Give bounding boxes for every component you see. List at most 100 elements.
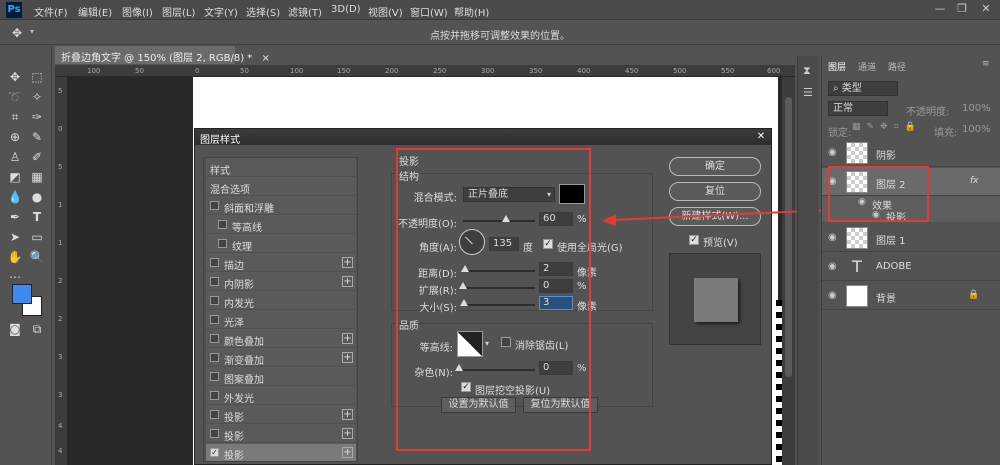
style-checkbox[interactable] bbox=[210, 334, 219, 343]
blur-icon[interactable]: 💧 bbox=[5, 188, 25, 206]
eye-icon[interactable]: ◉ bbox=[828, 290, 837, 301]
maximize-icon[interactable]: ❐ bbox=[952, 2, 972, 17]
add-style-icon[interactable]: + bbox=[342, 409, 353, 420]
move-icon[interactable]: ✥ bbox=[5, 68, 25, 86]
eyedropper-icon[interactable]: ✑ bbox=[27, 108, 47, 126]
style-checkbox[interactable] bbox=[210, 372, 219, 381]
foreground-color-swatch[interactable] bbox=[12, 284, 32, 304]
layer-row[interactable]: ◉ T ADOBE bbox=[822, 253, 1000, 281]
style-list-item[interactable]: 样式 bbox=[206, 158, 356, 177]
layer-row[interactable]: ◉ 图层 1 bbox=[822, 224, 1000, 252]
lock-icons[interactable]: ▦✎✥⌗🔒 bbox=[852, 122, 922, 132]
menu-file[interactable]: 文件(F) bbox=[34, 4, 68, 19]
style-checkbox[interactable] bbox=[218, 220, 227, 229]
style-list-item[interactable]: 渐变叠加 + bbox=[206, 348, 356, 367]
style-list-item[interactable]: 图案叠加 bbox=[206, 367, 356, 386]
style-list-item[interactable]: 等高线 bbox=[206, 215, 356, 234]
style-list-item[interactable]: 投影 + bbox=[206, 405, 356, 424]
hand-icon[interactable]: ✋ bbox=[5, 248, 25, 266]
type-tool-icon[interactable]: T bbox=[27, 208, 47, 226]
dodge-icon[interactable]: ● bbox=[27, 188, 47, 206]
path-select-icon[interactable]: ➤ bbox=[5, 228, 25, 246]
zoom-icon[interactable]: 🔍 bbox=[27, 248, 47, 266]
style-list-item[interactable]: 纹理 bbox=[206, 234, 356, 253]
style-checkbox[interactable] bbox=[210, 315, 219, 324]
style-list-item-selected[interactable]: ✓ 投影 + bbox=[206, 443, 356, 462]
marquee-icon[interactable]: ⬚ bbox=[27, 68, 47, 86]
add-style-icon[interactable]: + bbox=[342, 447, 353, 458]
eye-icon[interactable]: ◉ bbox=[828, 147, 837, 158]
menu-view[interactable]: 视图(V) bbox=[368, 4, 403, 19]
preview-checkbox[interactable]: ✓ bbox=[689, 235, 699, 245]
dialog-titlebar[interactable]: 图层样式 ✕ bbox=[195, 129, 771, 146]
style-checkbox[interactable] bbox=[210, 353, 219, 362]
fx-icon[interactable]: fx bbox=[970, 176, 979, 186]
add-style-icon[interactable]: + bbox=[342, 428, 353, 439]
style-list-item[interactable]: 颜色叠加 + bbox=[206, 329, 356, 348]
style-list-item[interactable]: 投影 + bbox=[206, 424, 356, 443]
style-checkbox[interactable] bbox=[210, 296, 219, 305]
menu-filter[interactable]: 滤镜(T) bbox=[288, 4, 322, 19]
layer-blend-select[interactable]: 正常 bbox=[828, 101, 888, 116]
properties-icon[interactable]: ☰ bbox=[803, 86, 813, 99]
style-checkbox[interactable] bbox=[210, 201, 219, 210]
tab-paths[interactable]: 路径 bbox=[888, 60, 906, 73]
history-icon[interactable]: ⧗ bbox=[803, 64, 811, 78]
healing-brush-icon[interactable]: ⊕ bbox=[5, 128, 25, 146]
screen-mode-icon[interactable]: ⧉ bbox=[27, 320, 47, 338]
menu-3d[interactable]: 3D(D) bbox=[331, 4, 361, 15]
add-style-icon[interactable]: + bbox=[342, 257, 353, 268]
layer-filter-select[interactable]: ⌕ 类型 bbox=[828, 81, 898, 96]
crop-icon[interactable]: ⌗ bbox=[5, 108, 25, 126]
brush-icon[interactable]: ✎ bbox=[27, 128, 47, 146]
tab-layers[interactable]: 图层 bbox=[828, 60, 846, 73]
style-list-item[interactable]: 描边 + bbox=[206, 253, 356, 272]
shape-icon[interactable]: ▭ bbox=[27, 228, 47, 246]
add-style-icon[interactable]: + bbox=[342, 333, 353, 344]
style-list-item[interactable]: 外发光 bbox=[206, 386, 356, 405]
style-list-item[interactable]: 混合选项 bbox=[206, 177, 356, 196]
style-list-item[interactable]: 光泽 bbox=[206, 310, 356, 329]
layer-row[interactable]: ◉ 阴影 bbox=[822, 139, 1000, 167]
layer-opacity-value[interactable]: 100% bbox=[962, 103, 991, 114]
magic-wand-icon[interactable]: ✧ bbox=[27, 88, 47, 106]
menu-image[interactable]: 图像(I) bbox=[122, 4, 153, 19]
menu-type[interactable]: 文字(Y) bbox=[204, 4, 238, 19]
style-checkbox[interactable] bbox=[210, 391, 219, 400]
close-window-icon[interactable]: ✕ bbox=[976, 2, 996, 17]
style-checkbox[interactable] bbox=[218, 239, 227, 248]
style-checkbox[interactable]: ✓ bbox=[210, 448, 219, 457]
document-close-icon[interactable]: × bbox=[261, 53, 269, 64]
lasso-icon[interactable]: ➰ bbox=[5, 88, 25, 106]
style-checkbox[interactable] bbox=[210, 410, 219, 419]
add-style-icon[interactable]: + bbox=[342, 352, 353, 363]
menu-edit[interactable]: 编辑(E) bbox=[78, 4, 112, 19]
style-list-item[interactable]: 内发光 bbox=[206, 291, 356, 310]
eraser-icon[interactable]: ◩ bbox=[5, 168, 25, 186]
gradient-icon[interactable]: ▦ bbox=[27, 168, 47, 186]
menu-help[interactable]: 帮助(H) bbox=[454, 4, 489, 19]
add-style-icon[interactable]: + bbox=[342, 276, 353, 287]
menu-window[interactable]: 窗口(W) bbox=[410, 4, 448, 19]
style-list-item[interactable]: 斜面和浮雕 bbox=[206, 196, 356, 215]
eye-icon[interactable]: ◉ bbox=[828, 261, 837, 272]
layer-row[interactable]: ◉ 背景 🔒 bbox=[822, 282, 1000, 310]
history-brush-icon[interactable]: ✐ bbox=[27, 148, 47, 166]
document-tab[interactable]: 折叠边角文字 @ 150% (图层 2, RGB/8) * × bbox=[55, 46, 270, 64]
style-list-item[interactable]: 内阴影 + bbox=[206, 272, 356, 291]
fill-value[interactable]: 100% bbox=[962, 124, 991, 135]
style-checkbox[interactable] bbox=[210, 277, 219, 286]
quick-mask-icon[interactable]: ◙ bbox=[5, 320, 25, 338]
style-checkbox[interactable] bbox=[210, 429, 219, 438]
tab-channels[interactable]: 通道 bbox=[858, 60, 876, 73]
reset-button[interactable]: 复位 bbox=[669, 182, 761, 201]
panel-menu-icon[interactable]: ≡ bbox=[982, 59, 990, 69]
minimize-icon[interactable]: — bbox=[930, 2, 950, 17]
menu-layer[interactable]: 图层(L) bbox=[162, 4, 195, 19]
menu-select[interactable]: 选择(S) bbox=[246, 4, 280, 19]
dialog-close-icon[interactable]: ✕ bbox=[755, 131, 767, 143]
document-scrollbar[interactable] bbox=[782, 77, 795, 465]
stamp-icon[interactable]: ♙ bbox=[5, 148, 25, 166]
pen-icon[interactable]: ✒ bbox=[5, 208, 25, 226]
scrollbar-thumb[interactable] bbox=[785, 97, 792, 377]
